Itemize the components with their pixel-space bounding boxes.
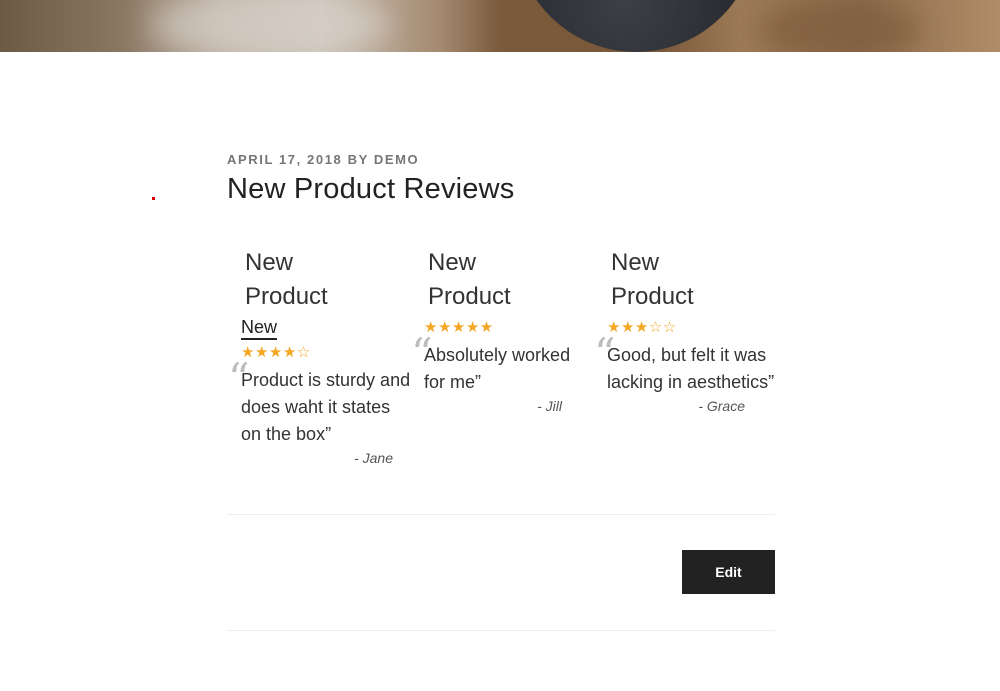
reviewer-name: - Grace [698, 398, 745, 414]
reviewer-name: - Jane [354, 450, 393, 466]
post-meta: APRIL 17, 2018 BY DEMO [227, 152, 420, 167]
review-quote: “ Product is sturdy and does waht it sta… [228, 358, 411, 448]
review-card: New Product ★★★★★ “ Absolutely worked fo… [411, 246, 594, 414]
review-text: Good, but felt it was lacking in aesthet… [607, 345, 775, 392]
divider [227, 514, 775, 515]
review-heading-line: Product [245, 283, 328, 310]
review-text: Absolutely worked for me” [424, 345, 571, 392]
review-heading: New Product [607, 246, 777, 314]
review-heading-line: New [245, 249, 294, 276]
review-heading-line: New [611, 249, 660, 276]
review-heading-line: Product [428, 283, 511, 310]
divider [227, 630, 775, 631]
reviewer-name: - Jill [537, 398, 562, 414]
edit-button[interactable]: Edit [682, 550, 775, 594]
review-quote: “ Absolutely worked for me” [411, 333, 594, 396]
post-title: New Product Reviews [227, 173, 515, 205]
review-heading: New Product [424, 246, 594, 314]
review-quote: “ Good, but felt it was lacking in aesth… [594, 333, 777, 396]
review-heading-line: New [428, 249, 477, 276]
header-image [0, 0, 1000, 52]
star-rating: ★★★★★ [424, 319, 494, 336]
review-text: Product is sturdy and does waht it state… [241, 370, 411, 444]
marker-dot [152, 197, 155, 200]
review-heading-line: Product [611, 283, 694, 310]
header-image-blur [150, 0, 390, 52]
product-link[interactable]: New [241, 316, 278, 340]
star-rating: ★★★★☆ [241, 344, 311, 361]
review-card: New Product New ★★★★☆ “ Product is sturd… [228, 246, 411, 466]
quote-icon: “ [411, 329, 433, 378]
review-heading: New Product [241, 246, 411, 314]
quote-icon: “ [228, 354, 250, 403]
header-image-blur [760, 0, 920, 52]
quote-icon: “ [594, 329, 616, 378]
star-rating: ★★★☆☆ [607, 319, 677, 336]
speaker-photo [515, 0, 757, 52]
reviews-grid: New Product New ★★★★☆ “ Product is sturd… [227, 246, 787, 486]
review-card: New Product ★★★☆☆ “ Good, but felt it wa… [594, 246, 777, 414]
